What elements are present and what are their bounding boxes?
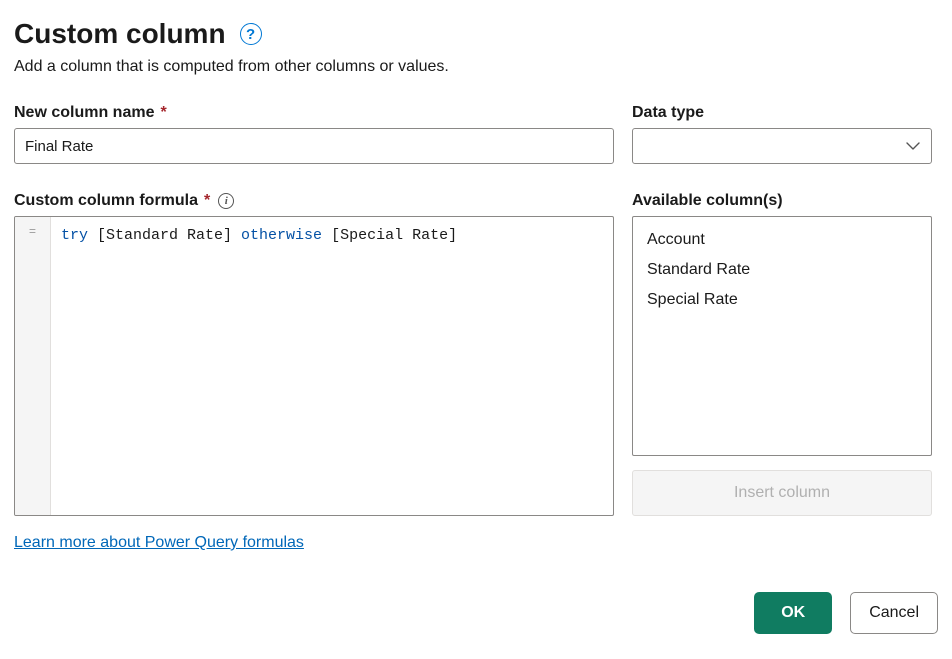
info-icon[interactable]: i (218, 193, 234, 209)
help-icon[interactable]: ? (240, 23, 262, 45)
formula-editor[interactable]: = try [Standard Rate] otherwise [Special… (14, 216, 614, 516)
formula-token: [Special Rate] (322, 227, 457, 244)
column-name-input[interactable] (14, 128, 614, 164)
learn-more-link[interactable]: Learn more about Power Query formulas (14, 534, 614, 552)
formula-token: [Standard Rate] (88, 227, 241, 244)
cancel-button[interactable]: Cancel (850, 592, 938, 634)
required-star-icon: * (204, 192, 210, 210)
dialog-title: Custom column (14, 18, 226, 50)
data-type-label-text: Data type (632, 104, 704, 122)
formula-gutter: = (15, 217, 51, 515)
available-columns-list[interactable]: AccountStandard RateSpecial Rate (632, 216, 932, 456)
list-item[interactable]: Special Rate (645, 285, 919, 315)
formula-body[interactable]: try [Standard Rate] otherwise [Special R… (51, 217, 613, 515)
formula-label-text: Custom column formula (14, 192, 198, 210)
ok-button[interactable]: OK (754, 592, 832, 634)
formula-token: otherwise (241, 227, 322, 244)
formula-token: try (61, 227, 88, 244)
insert-column-button[interactable]: Insert column (632, 470, 932, 516)
column-name-label-text: New column name (14, 104, 154, 122)
available-columns-label-text: Available column(s) (632, 192, 783, 210)
data-type-label: Data type (632, 104, 932, 122)
required-star-icon: * (160, 104, 166, 122)
data-type-select[interactable] (632, 128, 932, 164)
column-name-label: New column name * (14, 104, 614, 122)
list-item[interactable]: Standard Rate (645, 255, 919, 285)
list-item[interactable]: Account (645, 225, 919, 255)
dialog-subtitle: Add a column that is computed from other… (14, 58, 938, 76)
formula-label: Custom column formula * i (14, 192, 614, 210)
available-columns-label: Available column(s) (632, 192, 932, 210)
